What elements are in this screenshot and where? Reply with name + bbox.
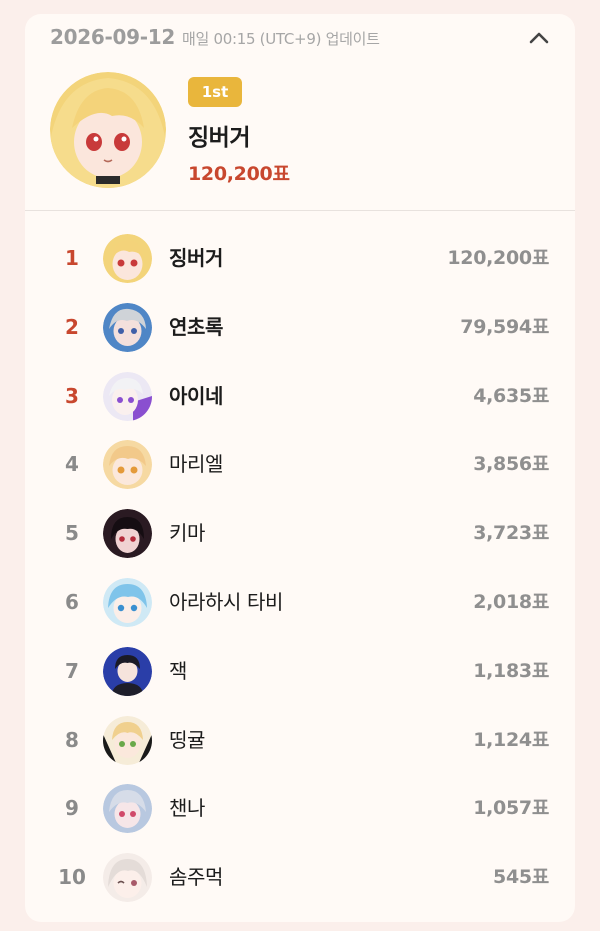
first-place-badge: 1st <box>188 77 242 107</box>
streamer-name: 아이네 <box>169 383 223 408</box>
rank-number: 10 <box>58 865 86 890</box>
rank-number: 3 <box>65 383 79 408</box>
vote-count: 3,856표 <box>473 453 549 476</box>
ranking-row[interactable]: 9 챈나 1,057표 <box>25 774 575 843</box>
rank-number: 2 <box>65 314 79 339</box>
avatar <box>103 371 152 421</box>
streamer-name: 연초록 <box>169 314 223 339</box>
rank-number: 5 <box>65 521 79 546</box>
collapse-button[interactable] <box>525 26 553 50</box>
streamer-name: 솜주먹 <box>169 865 223 890</box>
avatar <box>103 509 152 559</box>
ranking-row[interactable]: 1 징버거 120,200표 <box>25 224 575 293</box>
vote-count: 1,057표 <box>473 797 549 820</box>
winner-section: 1st 징버거 120,200표 <box>25 60 575 210</box>
vote-count: 2,018표 <box>473 590 549 613</box>
streamer-name: 아라하시 타비 <box>169 589 283 614</box>
rank-number: 6 <box>65 589 79 614</box>
ranking-row[interactable]: 3 아이네 4,635표 <box>25 362 575 431</box>
ranking-row[interactable]: 10 솜주먹 545표 <box>25 843 575 912</box>
avatar <box>103 853 152 903</box>
divider <box>25 210 575 211</box>
ranking-row[interactable]: 2 연초록 79,594표 <box>25 293 575 362</box>
update-note: 매일 00:15 (UTC+9) 업데이트 <box>182 30 380 48</box>
winner-avatar[interactable] <box>50 72 166 188</box>
chevron-up-icon <box>529 32 549 44</box>
rank-number: 9 <box>65 796 79 821</box>
vote-count: 545표 <box>493 866 549 889</box>
ranking-list: 1 징버거 120,200표 2 연초록 79,594표 3 아이네 4,635… <box>25 224 575 912</box>
rank-number: 7 <box>65 658 79 683</box>
streamer-name: 챈나 <box>169 796 205 821</box>
ranking-row[interactable]: 8 띵귤 1,124표 <box>25 706 575 775</box>
avatar <box>103 302 152 352</box>
streamer-name: 키마 <box>169 521 205 546</box>
streamer-name: 잭 <box>169 658 187 683</box>
vote-count: 1,183표 <box>473 659 549 682</box>
avatar <box>103 646 152 696</box>
rank-number: 1 <box>65 246 79 270</box>
avatar <box>103 784 152 834</box>
vote-count: 3,723표 <box>473 522 549 545</box>
avatar <box>103 234 152 283</box>
ranking-row[interactable]: 6 아라하시 타비 2,018표 <box>25 568 575 637</box>
ranking-card: 2026-09-12 매일 00:15 (UTC+9) 업데이트 1st 징버거… <box>25 14 575 922</box>
streamer-name: 띵귤 <box>169 727 205 752</box>
winner-name: 징버거 <box>188 125 250 151</box>
streamer-name: 징버거 <box>169 246 223 270</box>
avatar <box>103 440 152 490</box>
avatar <box>103 715 152 765</box>
streamer-name: 마리엘 <box>169 452 223 477</box>
rank-number: 8 <box>65 727 79 752</box>
ranking-row[interactable]: 5 키마 3,723표 <box>25 499 575 568</box>
card-header: 2026-09-12 매일 00:15 (UTC+9) 업데이트 <box>25 14 575 60</box>
vote-count: 120,200표 <box>447 247 549 269</box>
rank-number: 4 <box>65 452 79 477</box>
vote-count: 4,635표 <box>473 384 549 407</box>
ranking-date: 2026-09-12 <box>50 25 175 49</box>
avatar <box>103 577 152 627</box>
ranking-row[interactable]: 4 마리엘 3,856표 <box>25 430 575 499</box>
winner-votes: 120,200표 <box>188 163 290 185</box>
vote-count: 79,594표 <box>460 315 549 338</box>
ranking-row[interactable]: 7 잭 1,183표 <box>25 637 575 706</box>
vote-count: 1,124표 <box>473 728 549 751</box>
